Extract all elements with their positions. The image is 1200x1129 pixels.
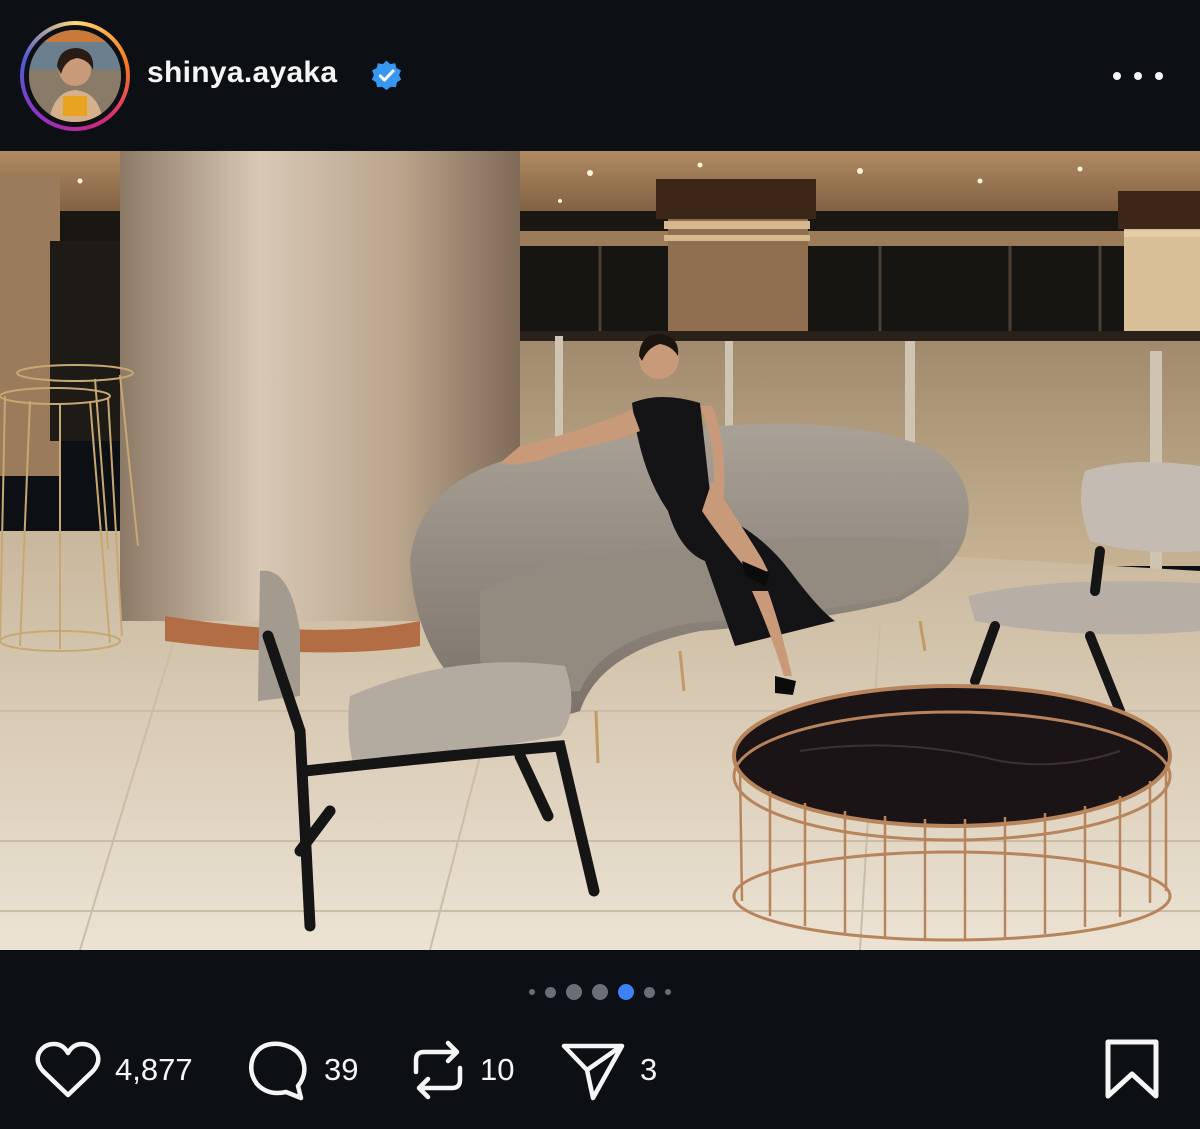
post-photo <box>0 151 1200 950</box>
avatar[interactable] <box>29 30 121 122</box>
repost-count: 10 <box>480 1052 515 1087</box>
post-image[interactable] <box>0 151 1200 950</box>
carousel-indicator <box>0 982 1200 1002</box>
carousel-dot-active <box>618 984 634 1000</box>
share-action[interactable]: 3 <box>560 1030 657 1110</box>
share-count: 3 <box>640 1052 658 1087</box>
more-dot <box>1155 72 1163 80</box>
heart-icon[interactable] <box>35 1040 101 1100</box>
like-action[interactable]: 4,877 <box>35 1030 193 1110</box>
more-options-icon[interactable] <box>1113 66 1163 86</box>
carousel-dot <box>665 989 671 995</box>
carousel-dot <box>529 989 535 995</box>
like-count: 4,877 <box>115 1052 193 1087</box>
repost-action[interactable]: 10 <box>410 1030 514 1110</box>
comment-bubble-icon[interactable] <box>246 1038 310 1102</box>
carousel-dot <box>566 984 582 1000</box>
avatar-border <box>24 25 126 127</box>
repost-icon[interactable] <box>410 1038 466 1102</box>
carousel-dot <box>545 986 556 998</box>
avatar-image <box>29 30 121 122</box>
username[interactable]: shinya.ayaka <box>147 56 337 90</box>
bookmark-icon[interactable] <box>1104 1038 1160 1100</box>
more-dot <box>1113 72 1121 80</box>
comment-count: 39 <box>324 1052 359 1087</box>
carousel-dot <box>592 984 608 1000</box>
more-dot <box>1134 72 1142 80</box>
carousel-dot <box>644 986 655 998</box>
verified-badge-icon <box>371 60 402 91</box>
comment-action[interactable]: 39 <box>246 1030 358 1110</box>
send-icon[interactable] <box>560 1038 626 1102</box>
post-header: shinya.ayaka <box>0 0 1200 150</box>
action-bar: 4,877 39 10 3 <box>0 1030 1200 1110</box>
story-ring[interactable] <box>20 21 130 131</box>
